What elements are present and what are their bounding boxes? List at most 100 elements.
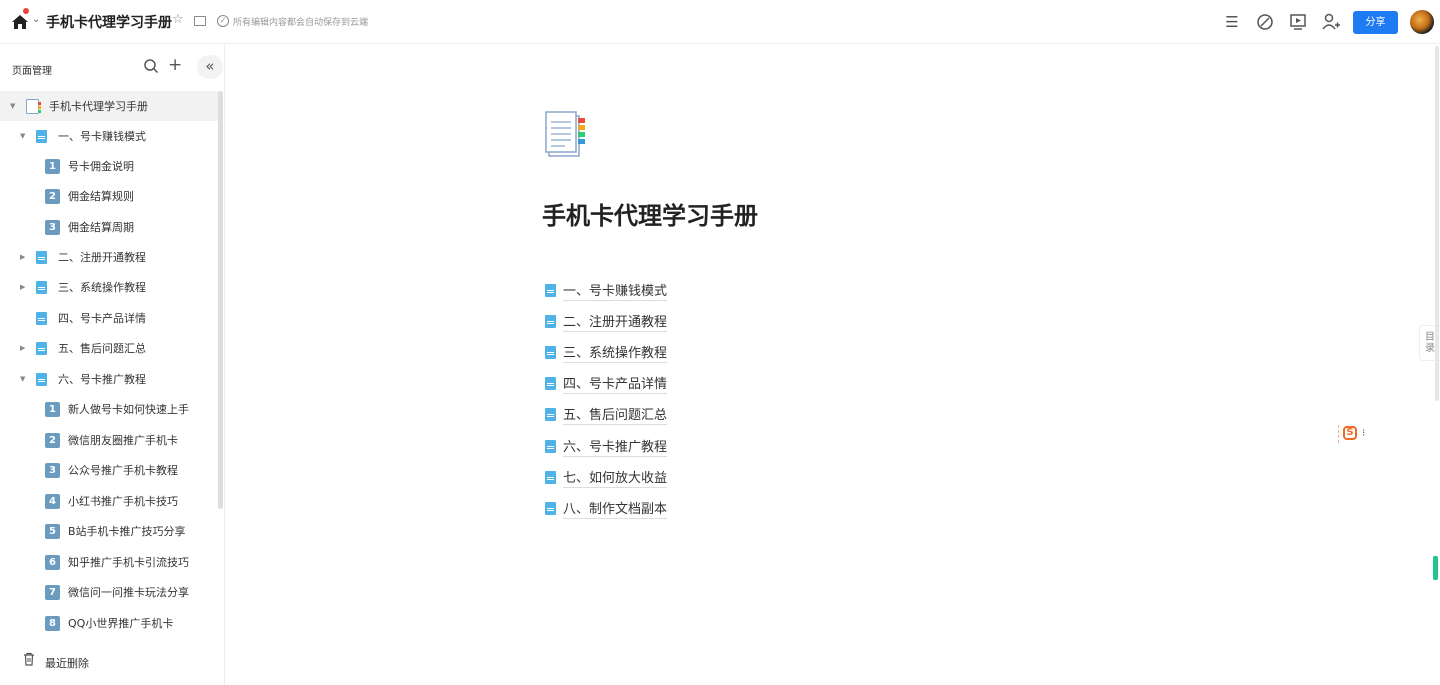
cloud-saved-icon: ✓ — [217, 15, 229, 27]
avatar[interactable] — [1410, 10, 1434, 34]
tree-item-section[interactable]: ▶ 三、系统操作教程 — [0, 272, 218, 302]
home-icon[interactable] — [11, 13, 29, 31]
tree-item-page[interactable]: 3 佣金结算周期 — [0, 212, 218, 242]
doc-icon — [36, 250, 47, 264]
toc-label: 七、如何放大收益 — [563, 467, 668, 488]
doc-icon — [545, 407, 556, 421]
folder-icon[interactable] — [194, 16, 206, 26]
toc-link[interactable]: 二、注册开通教程 — [545, 310, 668, 332]
doc-icon — [36, 372, 47, 386]
tree-item-label: 四、号卡产品详情 — [58, 312, 146, 325]
add-member-icon[interactable] — [1321, 12, 1341, 32]
toc-label: 二、注册开通教程 — [563, 311, 668, 332]
tree-item-section[interactable]: ▶ 五、售后问题汇总 — [0, 333, 218, 363]
number-badge: 3 — [45, 219, 60, 235]
search-icon[interactable] — [143, 58, 159, 74]
tree-item-page[interactable]: 8 QQ小世界推广手机卡 — [0, 608, 218, 638]
share-button[interactable]: 分享 — [1353, 11, 1398, 34]
doc-icon — [545, 345, 556, 359]
present-icon[interactable] — [1288, 12, 1308, 32]
trash-icon[interactable] — [22, 652, 36, 666]
toc-link[interactable]: 六、号卡推广教程 — [545, 435, 668, 457]
chevron-down-icon[interactable]: ⌄ — [32, 14, 40, 25]
side-indicator[interactable] — [1433, 556, 1438, 580]
toc-label: 八、制作文档副本 — [563, 498, 668, 519]
doc-icon — [545, 470, 556, 484]
tree-item-root[interactable]: ▼ 手机卡代理学习手册 — [0, 91, 218, 121]
menu-icon[interactable]: ☰ — [1222, 12, 1242, 32]
caret-right-icon[interactable]: ▶ — [20, 344, 25, 352]
tree-item-page[interactable]: 1 号卡佣金说明 — [0, 151, 218, 181]
tree-item-section[interactable]: ▼ 一、号卡赚钱模式 — [0, 121, 218, 151]
tree-item-label: 小红书推广手机卡技巧 — [68, 495, 178, 508]
toc-label: 一、号卡赚钱模式 — [563, 280, 668, 301]
tree-item-label: 佣金结算规则 — [68, 190, 134, 203]
notification-dot — [23, 8, 29, 14]
recently-deleted-link[interactable]: 最近删除 — [45, 655, 89, 671]
sogou-ime-icon: S — [1343, 426, 1357, 440]
tree-item-label: 二、注册开通教程 — [58, 251, 146, 264]
ime-widget[interactable]: S — [1338, 425, 1360, 443]
tree-item-label: 新人做号卡如何快速上手 — [68, 403, 189, 416]
tree-item-label: QQ小世界推广手机卡 — [68, 617, 174, 630]
number-badge: 3 — [45, 462, 60, 478]
tree-item-page[interactable]: 7 微信问一问推卡玩法分享 — [0, 577, 218, 607]
number-badge: 6 — [45, 554, 60, 570]
tree-item-section[interactable]: ▼ 六、号卡推广教程 — [0, 364, 218, 394]
document-title[interactable]: 手机卡代理学习手册 — [46, 12, 172, 32]
tree-item-section[interactable]: ▶ 二、注册开通教程 — [0, 242, 218, 272]
toc-link[interactable]: 一、号卡赚钱模式 — [545, 279, 668, 301]
number-badge: 2 — [45, 188, 60, 204]
doc-icon — [36, 311, 47, 325]
number-badge: 8 — [45, 615, 60, 631]
star-icon[interactable]: ☆ — [172, 12, 184, 27]
caret-right-icon[interactable]: ▶ — [20, 253, 25, 261]
tree-item-page[interactable]: 2 佣金结算规则 — [0, 181, 218, 211]
toc-link[interactable]: 五、售后问题汇总 — [545, 403, 668, 425]
caret-down-icon[interactable]: ▼ — [10, 102, 15, 110]
collapse-sidebar-icon[interactable]: « — [197, 55, 223, 79]
compass-icon[interactable] — [1255, 12, 1275, 32]
caret-down-icon[interactable]: ▼ — [20, 132, 25, 140]
tree-item-label: 微信问一问推卡玩法分享 — [68, 586, 189, 599]
tree-item-label: 三、系统操作教程 — [58, 281, 146, 294]
caret-right-icon[interactable]: ▶ — [20, 283, 25, 291]
more-options-icon[interactable]: ⁝ — [1362, 428, 1365, 439]
toc-label: 三、系统操作教程 — [563, 342, 668, 363]
caret-down-icon[interactable]: ▼ — [20, 375, 25, 383]
tree-item-label: B站手机卡推广技巧分享 — [68, 525, 186, 538]
number-badge: 1 — [45, 401, 60, 417]
doc-icon — [545, 314, 556, 328]
toc-link[interactable]: 八、制作文档副本 — [545, 497, 668, 519]
sidebar: 页面管理 + « ▼ 手机卡代理学习手册 ▼ 一、号卡赚钱模式 1 号卡佣金说明… — [0, 45, 225, 685]
toc-link[interactable]: 三、系统操作教程 — [545, 341, 668, 363]
tree-item-page[interactable]: 3 公众号推广手机卡教程 — [0, 455, 218, 485]
tree-item-label: 五、售后问题汇总 — [58, 342, 146, 355]
toc-link[interactable]: 四、号卡产品详情 — [545, 372, 668, 394]
doc-icon — [36, 129, 47, 143]
tree-item-label: 佣金结算周期 — [68, 221, 134, 234]
toc-label: 四、号卡产品详情 — [563, 373, 668, 394]
add-page-icon[interactable]: + — [168, 55, 182, 75]
tree-item-label: 号卡佣金说明 — [68, 160, 134, 173]
notebook-icon — [545, 111, 585, 157]
toc-label: 六、号卡推广教程 — [563, 436, 668, 457]
main-scrollbar[interactable] — [1435, 46, 1439, 401]
save-status: 所有编辑内容都会自动保存到云端 — [233, 18, 369, 28]
tree-item-page[interactable]: 4 小红书推广手机卡技巧 — [0, 486, 218, 516]
number-badge: 2 — [45, 432, 60, 448]
tree-item-page[interactable]: 5 B站手机卡推广技巧分享 — [0, 516, 218, 546]
toc-label: 五、售后问题汇总 — [563, 404, 668, 425]
sidebar-scrollbar[interactable] — [218, 91, 223, 509]
tree-item-label: 微信朋友圈推广手机卡 — [68, 434, 178, 447]
tree-item-page[interactable]: 2 微信朋友圈推广手机卡 — [0, 425, 218, 455]
tree-item-page[interactable]: 1 新人做号卡如何快速上手 — [0, 394, 218, 424]
tree-item-section[interactable]: 四、号卡产品详情 — [0, 303, 218, 333]
doc-icon — [36, 341, 47, 355]
tree-item-label: 手机卡代理学习手册 — [49, 100, 148, 113]
toc-link[interactable]: 七、如何放大收益 — [545, 466, 668, 488]
number-badge: 7 — [45, 584, 60, 600]
sidebar-title: 页面管理 — [12, 66, 52, 77]
notebook-icon — [26, 98, 41, 114]
tree-item-page[interactable]: 6 知乎推广手机卡引流技巧 — [0, 547, 218, 577]
